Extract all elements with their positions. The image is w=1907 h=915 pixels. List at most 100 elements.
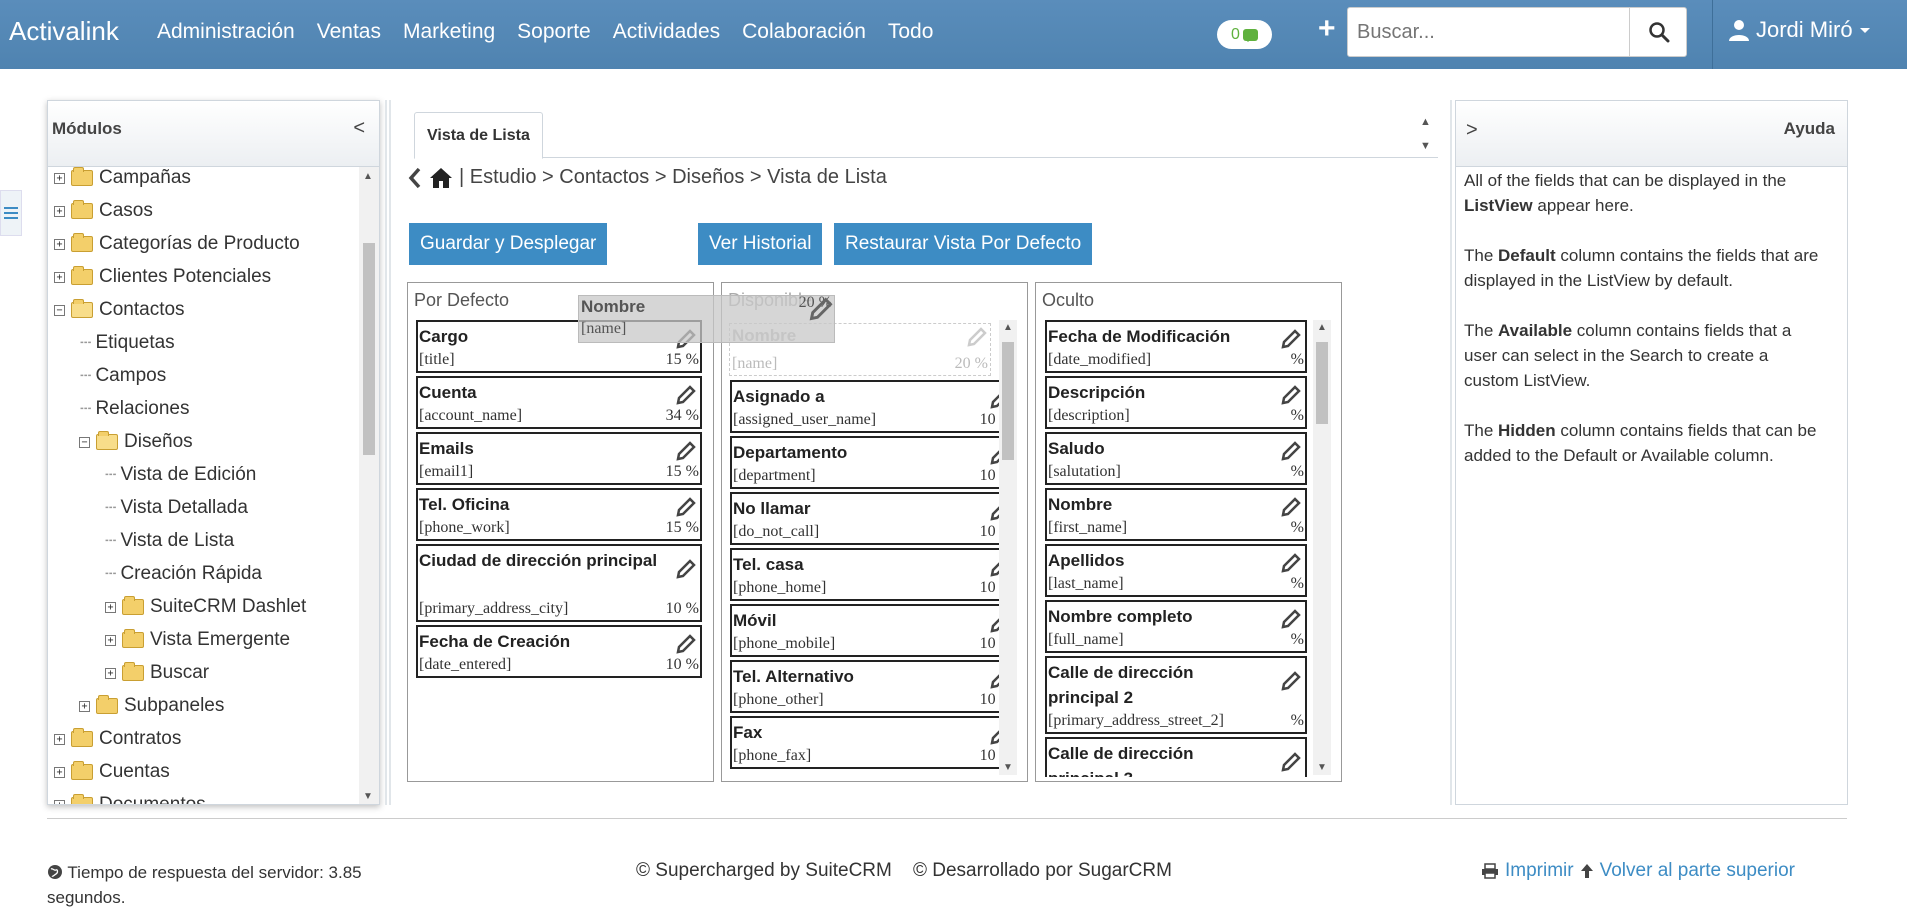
field-card[interactable]: Fecha de Creación [date_entered] 10 % [416, 625, 702, 678]
tree-item-disenos[interactable]: − Diseños [79, 429, 193, 455]
menu-administracion[interactable]: Administración [157, 20, 295, 44]
scroll-thumb[interactable] [1316, 342, 1328, 424]
tree-item-creacion-rapida[interactable]: ┄ Creación Rápida [105, 561, 262, 587]
tab-scroll[interactable]: ▲ ▼ [1420, 110, 1431, 158]
tree-item-campos[interactable]: ┄ Campos [80, 363, 166, 389]
print-link[interactable]: Imprimir [1505, 860, 1574, 882]
edit-pencil-icon[interactable] [675, 496, 697, 518]
scroll-up-icon[interactable]: ▲ [1317, 322, 1327, 333]
field-card[interactable]: Nombre [first_name] % [1045, 488, 1307, 541]
field-card[interactable]: Cuenta [account_name] 34 % [416, 376, 702, 429]
edit-pencil-icon[interactable] [1280, 328, 1302, 350]
tab-vista-de-lista[interactable]: Vista de Lista [414, 112, 543, 159]
edit-pencil-icon[interactable] [1280, 440, 1302, 462]
scroll-down-icon[interactable]: ▼ [363, 791, 373, 802]
tab-scroll-down-icon[interactable]: ▼ [1420, 134, 1431, 158]
field-card[interactable]: No llamar [do_not_call] 10 % [730, 492, 1016, 545]
tree-item-vista-emergente[interactable]: + Vista Emergente [105, 627, 290, 653]
tree-item-suitecrm-dashlet[interactable]: + SuiteCRM Dashlet [105, 594, 306, 620]
quick-create-plus-icon[interactable]: + [1318, 12, 1336, 46]
search-button[interactable] [1629, 8, 1687, 56]
tree-item-subpaneles[interactable]: + Subpaneles [79, 693, 224, 719]
expand-icon[interactable]: + [105, 601, 116, 613]
expand-icon[interactable]: + [54, 733, 65, 745]
restore-default-button[interactable]: Restaurar Vista Por Defecto [834, 223, 1093, 265]
tree-item-vista-lista[interactable]: ┄ Vista de Lista [105, 528, 234, 554]
home-icon[interactable] [429, 167, 453, 189]
expand-icon[interactable]: + [105, 667, 116, 679]
expand-icon[interactable]: + [54, 205, 65, 217]
tree-item-documentos[interactable]: + Documentos [54, 792, 206, 804]
brand-logo[interactable]: Activalink [9, 16, 119, 47]
edit-pencil-icon[interactable] [675, 633, 697, 655]
field-card[interactable]: Apellidos [last_name] % [1045, 544, 1307, 597]
back-to-top-link[interactable]: Volver al parte superior [1600, 860, 1795, 882]
menu-soporte[interactable]: Soporte [517, 20, 591, 44]
tree-item-vista-edicion[interactable]: ┄ Vista de Edición [105, 462, 256, 488]
tree-item-etiquetas[interactable]: ┄ Etiquetas [80, 330, 175, 356]
search-input[interactable] [1348, 8, 1629, 56]
menu-colaboracion[interactable]: Colaboración [742, 20, 866, 44]
tree-item-categorias[interactable]: + Categorías de Producto [54, 231, 300, 257]
tree-item-contactos[interactable]: − Contactos [54, 297, 185, 323]
edit-pencil-icon[interactable] [1280, 751, 1302, 773]
field-card[interactable]: Departamento [department] 10 % [730, 436, 1016, 489]
hidden-scrollbar[interactable]: ▲ ▼ [1313, 320, 1331, 775]
tree-item-buscar[interactable]: + Buscar [105, 660, 209, 686]
field-card[interactable]: Calle de dirección principal 2 [primary_… [1045, 656, 1307, 734]
collapse-icon[interactable]: − [54, 304, 65, 316]
expand-icon[interactable]: + [54, 271, 65, 283]
expand-icon[interactable]: + [54, 799, 65, 804]
field-card[interactable]: Emails [email1] 15 % [416, 432, 702, 485]
expand-icon[interactable]: + [54, 766, 65, 778]
edit-pencil-icon[interactable] [1280, 670, 1302, 692]
expand-icon[interactable]: + [105, 634, 116, 646]
tab-scroll-up-icon[interactable]: ▲ [1420, 110, 1431, 134]
splitter-right[interactable] [1450, 100, 1452, 805]
field-card[interactable]: Móvil [phone_mobile] 10 % [730, 604, 1016, 657]
field-card[interactable]: Ciudad de dirección principal [primary_a… [416, 544, 702, 622]
collapse-icon[interactable]: − [79, 436, 90, 448]
notifications-badge[interactable]: 0 [1217, 20, 1272, 49]
tree-item-relaciones[interactable]: ┄ Relaciones [80, 396, 189, 422]
menu-todo[interactable]: Todo [888, 20, 934, 44]
tree-item-vista-detallada[interactable]: ┄ Vista Detallada [105, 495, 248, 521]
edit-pencil-icon[interactable] [675, 440, 697, 462]
expand-icon[interactable]: + [54, 172, 65, 184]
edit-pencil-icon[interactable] [1280, 552, 1302, 574]
history-button[interactable]: Ver Historial [698, 223, 823, 265]
edit-pencil-icon[interactable] [675, 558, 697, 580]
edit-pencil-icon[interactable] [1280, 608, 1302, 630]
field-card[interactable]: Nombre completo [full_name] % [1045, 600, 1307, 653]
suitecrm-credit[interactable]: © Supercharged by SuiteCRM [636, 860, 892, 881]
available-scrollbar[interactable]: ▲ ▼ [999, 320, 1017, 775]
expand-help-button[interactable]: > [1466, 119, 1478, 142]
drag-ghost[interactable]: Nombre [name] 20 % [578, 294, 835, 343]
expand-icon[interactable]: + [54, 238, 65, 250]
tree-item-casos[interactable]: + Casos [54, 198, 153, 224]
scroll-down-icon[interactable]: ▼ [1003, 762, 1013, 773]
edit-pencil-icon[interactable] [675, 384, 697, 406]
field-card[interactable]: Calle de dirección principal 3 [1045, 737, 1307, 777]
menu-marketing[interactable]: Marketing [403, 20, 495, 44]
user-menu[interactable]: Jordi Miró [1728, 17, 1871, 43]
field-card[interactable]: Tel. Oficina [phone_work] 15 % [416, 488, 702, 541]
field-card[interactable]: Fax [phone_fax] 10 % [730, 716, 1016, 769]
splitter-left[interactable] [385, 100, 387, 805]
scroll-thumb[interactable] [1002, 342, 1014, 460]
scroll-down-icon[interactable]: ▼ [1317, 762, 1327, 773]
field-card[interactable]: Descripción [description] % [1045, 376, 1307, 429]
field-card[interactable]: Saludo [salutation] % [1045, 432, 1307, 485]
modules-scrollbar[interactable]: ▲ ▼ [359, 167, 379, 804]
tree-item-contratos[interactable]: + Contratos [54, 726, 181, 752]
menu-ventas[interactable]: Ventas [317, 20, 381, 44]
save-deploy-button[interactable]: Guardar y Desplegar [409, 223, 608, 265]
tree-item-campanas[interactable]: + Campañas [54, 167, 191, 191]
field-card[interactable]: Fecha de Modificación [date_modified] % [1045, 320, 1307, 373]
expand-icon[interactable]: + [79, 700, 90, 712]
breadcrumb-path[interactable]: | Estudio > Contactos > Diseños > Vista … [459, 166, 887, 189]
edit-pencil-icon[interactable] [1280, 384, 1302, 406]
tree-item-clientes-potenciales[interactable]: + Clientes Potenciales [54, 264, 271, 290]
menu-actividades[interactable]: Actividades [613, 20, 720, 44]
sidebar-toggle[interactable] [0, 190, 22, 236]
